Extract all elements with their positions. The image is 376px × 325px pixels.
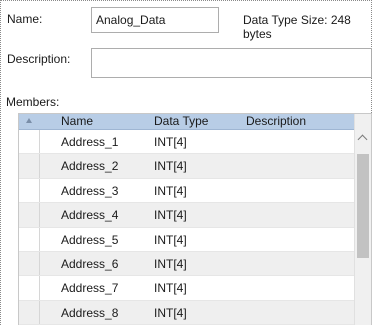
name-field[interactable] — [91, 7, 219, 33]
row-selector[interactable] — [19, 178, 40, 203]
member-data-type-cell[interactable]: INT[4] — [154, 257, 187, 271]
name-label: Name: — [7, 12, 43, 26]
scrollbar-thumb[interactable] — [357, 154, 369, 258]
description-label: Description: — [7, 52, 71, 66]
row-selector[interactable] — [19, 300, 40, 325]
row-selector[interactable] — [19, 203, 40, 227]
table-row[interactable]: Address_2 INT[4] — [19, 154, 356, 179]
description-field[interactable] — [91, 48, 372, 78]
member-name-cell[interactable]: Address_2 — [61, 159, 118, 173]
members-grid-header: Name Data Type Description — [19, 114, 356, 130]
member-data-type-cell[interactable]: INT[4] — [154, 306, 187, 320]
table-row[interactable]: Address_3 INT[4] — [19, 178, 356, 204]
member-data-type-cell[interactable]: INT[4] — [154, 208, 187, 222]
member-name-cell[interactable]: Address_1 — [61, 135, 118, 149]
table-row[interactable]: Address_1 INT[4] — [19, 130, 356, 155]
column-header-data-type[interactable]: Data Type — [154, 115, 208, 128]
member-data-type-cell[interactable]: INT[4] — [154, 233, 187, 247]
members-grid: Name Data Type Description Address_1 INT[… — [18, 113, 372, 325]
table-row[interactable]: Address_6 INT[4] — [19, 251, 356, 277]
table-row[interactable]: Address_8 INT[4] — [19, 300, 356, 325]
members-rows: Address_1 INT[4] Address_2 INT[4] Address_3 I… — [19, 130, 356, 325]
table-row[interactable]: Address_4 INT[4] — [19, 203, 356, 228]
member-name-cell[interactable]: Address_7 — [61, 281, 118, 295]
data-type-size-label: Data Type Size: 248 bytes — [243, 13, 351, 41]
column-header-name[interactable]: Name — [61, 115, 93, 128]
row-selector[interactable] — [19, 276, 40, 300]
row-selector[interactable] — [19, 154, 40, 178]
table-row[interactable]: Address_5 INT[4] — [19, 227, 356, 252]
member-data-type-cell[interactable]: INT[4] — [154, 135, 187, 149]
members-label: Members: — [6, 95, 60, 109]
member-data-type-cell[interactable]: INT[4] — [154, 281, 187, 295]
member-name-cell[interactable]: Address_6 — [61, 257, 118, 271]
scroll-up-arrow-icon[interactable] — [357, 134, 368, 145]
member-name-cell[interactable]: Address_5 — [61, 233, 118, 247]
row-selector[interactable] — [19, 227, 40, 251]
member-name-cell[interactable]: Address_8 — [61, 306, 118, 320]
vertical-scrollbar[interactable] — [354, 114, 371, 325]
column-header-description[interactable]: Description — [246, 115, 306, 128]
row-selector[interactable] — [19, 130, 40, 154]
member-data-type-cell[interactable]: INT[4] — [154, 184, 187, 198]
member-data-type-cell[interactable]: INT[4] — [154, 159, 187, 173]
sort-arrow-icon[interactable] — [26, 118, 32, 123]
row-selector[interactable] — [19, 251, 40, 276]
table-row[interactable]: Address_7 INT[4] — [19, 276, 356, 301]
member-name-cell[interactable]: Address_3 — [61, 184, 118, 198]
member-name-cell[interactable]: Address_4 — [61, 208, 118, 222]
